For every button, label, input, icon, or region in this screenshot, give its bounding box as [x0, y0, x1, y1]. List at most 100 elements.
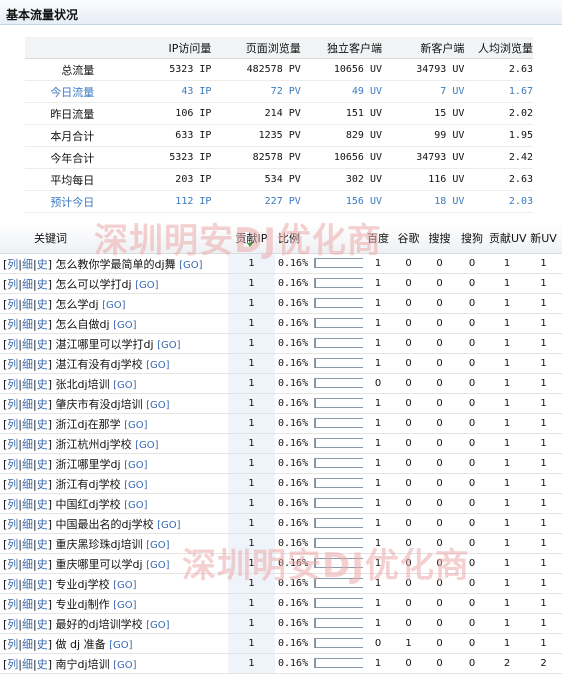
detail-link[interactable]: 细	[22, 418, 33, 431]
go-link[interactable]: [GO]	[124, 460, 147, 471]
go-link[interactable]: [GO]	[124, 500, 147, 511]
detail-link[interactable]: 细	[22, 378, 33, 391]
list-link[interactable]: 列	[7, 518, 18, 531]
col-contrib-ip[interactable]: 贡献IP	[228, 223, 275, 254]
list-link[interactable]: 列	[7, 278, 18, 291]
history-link[interactable]: 史	[37, 558, 48, 571]
keyword-text: 湛江哪里可以学打dj	[55, 337, 154, 351]
list-link[interactable]: 列	[7, 558, 18, 571]
go-link[interactable]: [GO]	[113, 600, 136, 611]
detail-link[interactable]: 细	[22, 398, 33, 411]
detail-link[interactable]: 细	[22, 658, 33, 671]
list-link[interactable]: 列	[7, 378, 18, 391]
go-link[interactable]: [GO]	[157, 520, 180, 531]
detail-link[interactable]: 细	[22, 498, 33, 511]
go-link[interactable]: [GO]	[113, 320, 136, 331]
go-link[interactable]: [GO]	[135, 280, 158, 291]
go-link[interactable]: [GO]	[146, 540, 169, 551]
history-link[interactable]: 史	[37, 398, 48, 411]
history-link[interactable]: 史	[37, 658, 48, 671]
history-link[interactable]: 史	[37, 318, 48, 331]
list-link[interactable]: 列	[7, 578, 18, 591]
list-link[interactable]: 列	[7, 258, 18, 271]
go-link[interactable]: [GO]	[146, 360, 169, 371]
history-link[interactable]: 史	[37, 438, 48, 451]
col-sousou[interactable]: 搜搜	[424, 223, 455, 254]
go-link[interactable]: [GO]	[179, 260, 202, 271]
detail-link[interactable]: 细	[22, 458, 33, 471]
detail-link[interactable]: 细	[22, 578, 33, 591]
detail-link[interactable]: 细	[22, 598, 33, 611]
history-link[interactable]: 史	[37, 338, 48, 351]
col-sogou[interactable]: 搜狗	[455, 223, 489, 254]
go-link[interactable]: [GO]	[109, 640, 132, 651]
list-link[interactable]: 列	[7, 538, 18, 551]
detail-link[interactable]: 细	[22, 358, 33, 371]
detail-link[interactable]: 细	[22, 478, 33, 491]
list-link[interactable]: 列	[7, 358, 18, 371]
col-keyword[interactable]: 关键词	[0, 223, 228, 254]
col-ratio[interactable]: 比例	[275, 223, 363, 254]
detail-link[interactable]: 细	[22, 278, 33, 291]
history-link[interactable]: 史	[37, 538, 48, 551]
go-link[interactable]: [GO]	[135, 440, 158, 451]
contrib-uv-value: 2	[489, 653, 525, 674]
list-link[interactable]: 列	[7, 498, 18, 511]
history-link[interactable]: 史	[37, 478, 48, 491]
history-link[interactable]: 史	[37, 458, 48, 471]
history-link[interactable]: 史	[37, 258, 48, 271]
go-link[interactable]: [GO]	[102, 300, 125, 311]
history-link[interactable]: 史	[37, 498, 48, 511]
col-contrib-uv[interactable]: 贡献UV	[489, 223, 527, 254]
history-link[interactable]: 史	[37, 358, 48, 371]
detail-link[interactable]: 细	[22, 318, 33, 331]
detail-link[interactable]: 细	[22, 638, 33, 651]
summary-pv: 72 PV	[211, 80, 301, 103]
list-link[interactable]: 列	[7, 458, 18, 471]
detail-link[interactable]: 细	[22, 338, 33, 351]
list-link[interactable]: 列	[7, 598, 18, 611]
detail-link[interactable]: 细	[22, 298, 33, 311]
detail-link[interactable]: 细	[22, 558, 33, 571]
list-link[interactable]: 列	[7, 478, 18, 491]
go-link[interactable]: [GO]	[146, 400, 169, 411]
history-link[interactable]: 史	[37, 638, 48, 651]
history-link[interactable]: 史	[37, 578, 48, 591]
history-link[interactable]: 史	[37, 378, 48, 391]
list-link[interactable]: 列	[7, 658, 18, 671]
history-link[interactable]: 史	[37, 598, 48, 611]
go-link[interactable]: [GO]	[124, 480, 147, 491]
go-link[interactable]: [GO]	[113, 660, 136, 671]
history-link[interactable]: 史	[37, 618, 48, 631]
detail-link[interactable]: 细	[22, 258, 33, 271]
history-link[interactable]: 史	[37, 418, 48, 431]
baidu-value: 1	[363, 493, 393, 514]
detail-link[interactable]: 细	[22, 438, 33, 451]
sogou-value: 0	[455, 333, 489, 354]
list-link[interactable]: 列	[7, 318, 18, 331]
keyword-cell: [列|细|史] 张北dj培训 [GO]	[0, 373, 228, 394]
list-link[interactable]: 列	[7, 418, 18, 431]
col-new-uv[interactable]: 新UV	[525, 223, 562, 254]
list-link[interactable]: 列	[7, 338, 18, 351]
history-link[interactable]: 史	[37, 518, 48, 531]
list-link[interactable]: 列	[7, 438, 18, 451]
list-link[interactable]: 列	[7, 638, 18, 651]
keyword-row: [列|细|史] 浙江哪里学dj [GO] 1 0.16% 1 0 0 0 1 1	[0, 453, 562, 474]
history-link[interactable]: 史	[37, 278, 48, 291]
list-link[interactable]: 列	[7, 298, 18, 311]
go-link[interactable]: [GO]	[113, 380, 136, 391]
go-link[interactable]: [GO]	[146, 560, 169, 571]
detail-link[interactable]: 细	[22, 538, 33, 551]
col-google[interactable]: 谷歌	[393, 223, 424, 254]
go-link[interactable]: [GO]	[146, 620, 169, 631]
list-link[interactable]: 列	[7, 618, 18, 631]
list-link[interactable]: 列	[7, 398, 18, 411]
go-link[interactable]: [GO]	[113, 580, 136, 591]
detail-link[interactable]: 细	[22, 618, 33, 631]
go-link[interactable]: [GO]	[124, 420, 147, 431]
history-link[interactable]: 史	[37, 298, 48, 311]
go-link[interactable]: [GO]	[157, 340, 180, 351]
detail-link[interactable]: 细	[22, 518, 33, 531]
col-baidu[interactable]: 百度	[363, 223, 393, 254]
